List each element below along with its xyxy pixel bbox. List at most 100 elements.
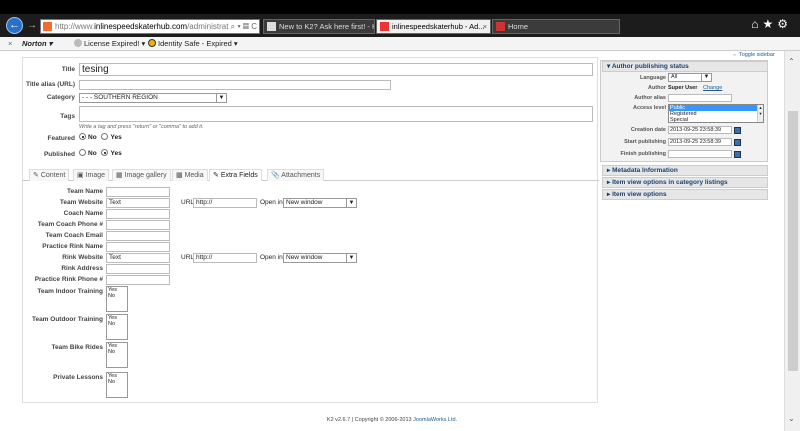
author-label: Author: [647, 85, 666, 91]
practice-rink-phone-input[interactable]: [106, 275, 170, 285]
team-name-input[interactable]: [106, 187, 170, 197]
change-author-link[interactable]: Change: [703, 85, 722, 91]
tab-extra-fields[interactable]: ✎ Extra Fields: [209, 169, 262, 181]
chevron-down-icon: ▼: [346, 199, 356, 207]
title-input[interactable]: tesing: [79, 63, 593, 76]
featured-radios: No Yes: [79, 133, 122, 141]
tags-input[interactable]: [79, 106, 593, 122]
tab-attachments[interactable]: 📎 Attachments: [267, 169, 325, 181]
view-options-header[interactable]: ▸ Item view options: [602, 189, 768, 200]
access-option-special[interactable]: Special: [669, 117, 763, 123]
team-coach-phone-label: Team Coach Phone #: [37, 221, 103, 228]
forward-button[interactable]: →: [27, 20, 37, 31]
settings-gear-icon[interactable]: ⚙: [777, 17, 792, 31]
access-level-list[interactable]: Public Registered Special ▲ ▼: [668, 104, 764, 123]
tab-favicon-icon: [496, 22, 505, 31]
creation-date-label: Creation date: [630, 127, 666, 133]
site-favicon-icon: [43, 22, 52, 31]
published-yes-radio[interactable]: [101, 149, 109, 156]
view-category-title: Item view options in category listings: [612, 179, 728, 186]
rink-website-text-input[interactable]: Text: [106, 253, 170, 263]
toggle-icon: ⇔: [732, 52, 738, 58]
team-name-label: Team Name: [66, 188, 103, 195]
item-tabs: ✎ Content ▣ Image ▦ Image gallery ▩ Medi…: [23, 169, 599, 181]
favorites-star-icon[interactable]: ★: [762, 17, 777, 31]
rink-website-open-select[interactable]: New window ▼: [283, 253, 357, 263]
option-no[interactable]: No: [108, 349, 127, 355]
access-list-scrollbar[interactable]: ▲ ▼: [757, 105, 763, 122]
team-bike-list[interactable]: Yes No: [106, 342, 128, 368]
tab-image-gallery[interactable]: ▦ Image gallery: [112, 169, 171, 181]
tab-image-label: Image: [85, 172, 106, 179]
author-status-header[interactable]: ▾ Author publishing status: [602, 61, 768, 72]
back-button[interactable]: ←: [6, 17, 23, 34]
published-no-radio[interactable]: [79, 149, 86, 156]
identity-safe-menu[interactable]: Identity Safe - Expired ▾: [148, 37, 238, 50]
address-bar[interactable]: http://www.inlinespeedskaterhub.com/admi…: [40, 19, 260, 34]
coach-name-input[interactable]: [106, 209, 170, 219]
page-scrollbar[interactable]: ⌃ ⌄: [784, 51, 800, 431]
author-value: Super User: [668, 85, 698, 91]
finish-publishing-input[interactable]: [668, 150, 732, 158]
toggle-sidebar-link[interactable]: ⇔ Toggle sidebar: [732, 52, 775, 58]
practice-rink-name-label: Practice Rink Name: [42, 243, 103, 250]
license-menu[interactable]: License Expired! ▾: [74, 37, 145, 50]
team-website-text-input[interactable]: Text: [106, 198, 170, 208]
access-level-label: Access level: [632, 105, 666, 111]
calendar-icon[interactable]: [734, 151, 741, 158]
team-coach-phone-input[interactable]: [106, 220, 170, 230]
team-website-open-select[interactable]: New window ▼: [283, 198, 357, 208]
tab-content[interactable]: ✎ Content: [29, 169, 70, 181]
creation-date-input[interactable]: 2013-09-25 23:58:39: [668, 126, 732, 134]
team-indoor-list[interactable]: Yes No: [106, 286, 128, 312]
metadata-header[interactable]: ▸ Metadata Information: [602, 165, 768, 176]
option-no[interactable]: No: [108, 321, 127, 327]
alias-input[interactable]: [79, 80, 391, 90]
private-lessons-list[interactable]: Yes No: [106, 372, 128, 398]
rink-website-url-input[interactable]: http://: [193, 253, 257, 263]
tab-media[interactable]: ▩ Media: [172, 169, 208, 181]
address-tools-icon[interactable]: ⌕ ▾ ▦ C: [231, 20, 257, 33]
option-no[interactable]: No: [108, 293, 127, 299]
address-domain: inlinespeedskaterhub.com: [94, 22, 188, 31]
tab-home[interactable]: Home: [492, 19, 620, 34]
language-select[interactable]: All ▼: [668, 73, 712, 82]
tab-close-icon[interactable]: ×: [483, 20, 487, 33]
page-content: Title tesing Title alias (URL) Category …: [0, 51, 784, 431]
author-alias-input[interactable]: [668, 94, 732, 102]
home-icon[interactable]: ⌂: [751, 17, 762, 31]
toolbar-close-icon[interactable]: ×: [8, 37, 12, 50]
scroll-down-icon[interactable]: ⌄: [788, 414, 795, 423]
joomlaworks-link[interactable]: JoomlaWorks Ltd.: [413, 417, 457, 423]
tab-media-label: Media: [184, 172, 204, 179]
calendar-icon[interactable]: [734, 139, 741, 146]
tags-label: Tags: [60, 113, 75, 120]
published-radios: No Yes: [79, 149, 122, 157]
chevron-down-icon: ▼: [346, 254, 356, 262]
tab-admin[interactable]: inlinespeedskaterhub - Ad... ×: [376, 19, 491, 34]
featured-label: Featured: [47, 135, 75, 142]
identity-label: Identity Safe - Expired: [158, 39, 232, 48]
option-no[interactable]: No: [108, 379, 127, 385]
chevron-down-icon: ▼: [216, 94, 226, 102]
team-coach-email-label: Team Coach Email: [45, 232, 103, 239]
view-category-header[interactable]: ▸ Item view options in category listings: [602, 177, 768, 188]
address-prefix: http://www.: [55, 22, 95, 31]
team-coach-email-input[interactable]: [106, 231, 170, 241]
scroll-up-icon[interactable]: ⌃: [788, 57, 795, 66]
practice-rink-name-input[interactable]: [106, 242, 170, 252]
identity-safe-icon: [148, 39, 156, 47]
category-select[interactable]: - - - SOUTHERN REGION ▼: [79, 93, 227, 103]
author-status-title: Author publishing status: [611, 63, 689, 70]
tab-k2-forum[interactable]: New to K2? Ask here first! - K2...: [263, 19, 375, 34]
calendar-icon[interactable]: [734, 127, 741, 134]
start-publishing-input[interactable]: 2013-09-25 23:58:39: [668, 138, 732, 146]
scroll-thumb[interactable]: [788, 111, 798, 371]
featured-no-radio[interactable]: [79, 133, 86, 140]
rink-address-input[interactable]: [106, 264, 170, 274]
tab-image[interactable]: ▣ Image: [73, 169, 110, 181]
team-website-url-input[interactable]: http://: [193, 198, 257, 208]
featured-yes-radio[interactable]: [101, 133, 109, 140]
norton-logo[interactable]: Norton ▾: [22, 37, 52, 50]
team-outdoor-list[interactable]: Yes No: [106, 314, 128, 340]
